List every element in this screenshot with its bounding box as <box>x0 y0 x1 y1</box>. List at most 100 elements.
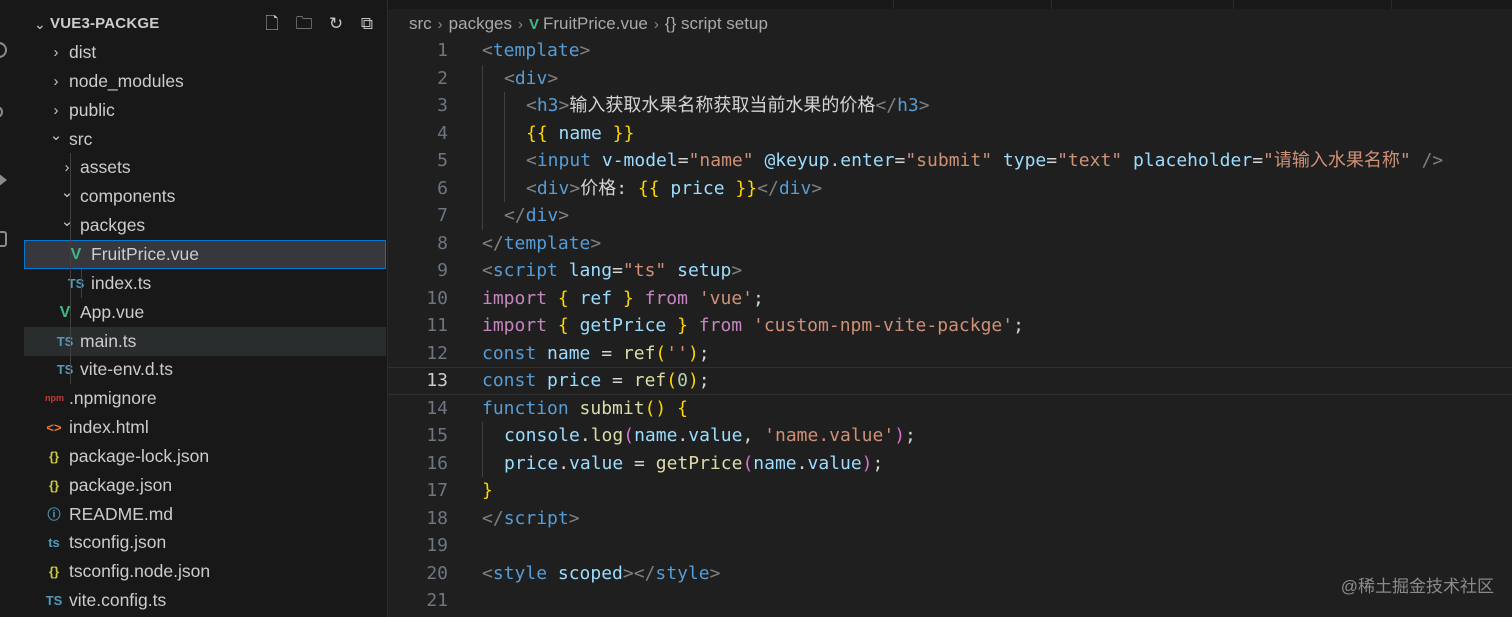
json-file-icon: {} <box>48 564 60 580</box>
file-item[interactable]: TS vite-env.d.ts <box>24 355 386 384</box>
code-line[interactable]: 14 function submit() { <box>388 395 1512 423</box>
code-token: template <box>503 232 591 254</box>
folder-item[interactable]: ⌄ src <box>24 125 386 154</box>
breadcrumb-item[interactable]: {} script setup <box>665 12 768 36</box>
file-item[interactable]: <> index.html <box>24 413 386 442</box>
run-debug-icon[interactable] <box>0 173 7 187</box>
code-line[interactable]: 9 <script lang="ts" setup> <box>388 257 1512 285</box>
code-token: ; <box>698 342 710 364</box>
file-item[interactable]: TS vite.config.ts <box>24 586 386 615</box>
chevron-right-icon: › <box>437 16 443 33</box>
code-token: 'custom-npm-vite-packge' <box>753 315 1014 336</box>
code-token: = <box>623 452 656 474</box>
explorer-header[interactable]: ⌄ VUE3-PACKGE 🗋 🗀 ↻ ⧉ <box>24 8 387 38</box>
folder-item[interactable]: ⌄ components <box>24 182 386 211</box>
folder-item[interactable]: › public <box>24 96 386 125</box>
folder-item[interactable]: › dist <box>24 38 386 67</box>
folder-item[interactable]: › assets <box>24 153 386 182</box>
code-token: ( <box>655 342 667 364</box>
new-folder-icon[interactable]: 🗀 <box>294 14 314 34</box>
code-line[interactable]: 7 </div> <box>388 202 1512 230</box>
file-item[interactable]: {} package.json <box>24 471 386 500</box>
breadcrumb-item[interactable]: src <box>409 12 432 36</box>
chevron-right-icon: › <box>653 16 659 33</box>
code-token: price <box>670 177 725 199</box>
code-line[interactable]: 11 import { getPrice } from 'custom-npm-v… <box>388 312 1512 340</box>
code-token: '' <box>666 342 688 364</box>
code-line[interactable]: 4 {{ name }} <box>388 120 1512 148</box>
file-item[interactable]: TS index.ts <box>24 269 386 298</box>
code-token: </ <box>482 232 504 254</box>
code-token: }} <box>612 122 635 144</box>
indent-guide <box>81 268 82 298</box>
refresh-icon[interactable]: ↻ <box>326 14 346 34</box>
code-line[interactable]: 2 <div> <box>388 65 1512 93</box>
code-token: </ <box>482 507 504 529</box>
code-token: > <box>568 507 580 529</box>
line-number: 10 <box>426 287 448 309</box>
search-icon[interactable] <box>0 42 7 58</box>
code-line[interactable]: 15 console.log(name.value, 'name.value'); <box>388 422 1512 450</box>
json-file-icon: {} <box>48 477 60 493</box>
code-token: = <box>677 150 689 171</box>
code-text: console.log(name.value, 'name.value'); <box>504 422 916 450</box>
code-line[interactable]: 6 <div>价格: {{ price }}</div> <box>388 175 1512 203</box>
file-item[interactable]: ⓘ README.md <box>24 500 386 529</box>
code-token: h3 <box>897 95 919 116</box>
code-line[interactable]: 12 const name = ref(''); <box>388 340 1512 368</box>
tree-item-label: vite-env.d.ts <box>80 359 174 380</box>
extensions-icon[interactable] <box>0 231 7 247</box>
json-file-icon: {} <box>48 448 60 464</box>
code-token: const <box>482 370 537 391</box>
code-line[interactable]: 16 price.value = getPrice(name.value); <box>388 450 1512 478</box>
folder-item[interactable]: › node_modules <box>24 67 386 96</box>
chevron-down-icon: ⌄ <box>34 16 46 32</box>
code-token: > <box>558 205 570 226</box>
code-line[interactable]: 3 <h3>输入获取水果名称获取当前水果的价格</h3> <box>388 92 1512 120</box>
indent-guide <box>70 153 71 385</box>
code-line[interactable]: 5 <input v-model="name" @keyup.enter="sub… <box>388 147 1512 175</box>
new-file-icon[interactable]: 🗋 <box>262 14 282 34</box>
code-token: } <box>482 480 493 501</box>
code-token: div <box>525 205 559 226</box>
explorer-sidebar: ⌄ VUE3-PACKGE 🗋 🗀 ↻ ⧉ › dist › node_modules › pu… <box>24 0 388 617</box>
watermark: @稀土掘金技术社区 <box>1340 577 1494 596</box>
file-item[interactable]: npm .npmignore <box>24 384 386 413</box>
code-line[interactable]: 18 </script> <box>388 505 1512 533</box>
code-line[interactable]: 1 <template> <box>388 37 1512 65</box>
file-item[interactable]: ts tsconfig.json <box>24 528 386 557</box>
code-text: const name = ref(''); <box>482 340 710 368</box>
file-item[interactable]: {} package-lock.json <box>24 442 386 471</box>
collapse-all-icon[interactable]: ⧉ <box>357 14 377 34</box>
code-line[interactable]: 17} <box>388 477 1512 505</box>
code-token: . <box>796 452 808 474</box>
file-item[interactable]: V FruitPrice.vue <box>24 239 386 269</box>
code-line[interactable]: 8 </template> <box>388 230 1512 258</box>
file-item[interactable]: {} tsconfig.node.json <box>24 557 386 586</box>
code-token: "name" <box>688 150 754 171</box>
code-token: ></ <box>622 562 656 584</box>
code-token: 价格: <box>580 177 638 199</box>
folder-item[interactable]: ⌄ packges <box>24 211 386 240</box>
line-number: 6 <box>437 177 448 199</box>
file-item[interactable]: V App.vue <box>24 298 386 327</box>
file-item[interactable]: TS main.ts <box>24 326 386 356</box>
tsconfig-file-icon: ts <box>48 535 60 551</box>
code-token: ; <box>872 452 884 474</box>
code-token: ; <box>753 287 764 309</box>
code-line[interactable]: 10 import { ref } from 'vue'; <box>388 285 1512 313</box>
breadcrumb-item[interactable]: packges <box>449 12 512 36</box>
source-control-icon[interactable] <box>0 106 3 118</box>
line-number: 2 <box>437 67 448 89</box>
code-line[interactable]: 13 const price = ref(0); <box>388 367 1512 395</box>
chevron-right-icon: › <box>53 72 59 90</box>
code-token: h3 <box>536 95 559 116</box>
breadcrumb-item[interactable]: FruitPrice.vue <box>543 12 648 36</box>
code-token: getPrice <box>579 315 667 336</box>
code-line[interactable]: 19 <box>388 532 1512 560</box>
